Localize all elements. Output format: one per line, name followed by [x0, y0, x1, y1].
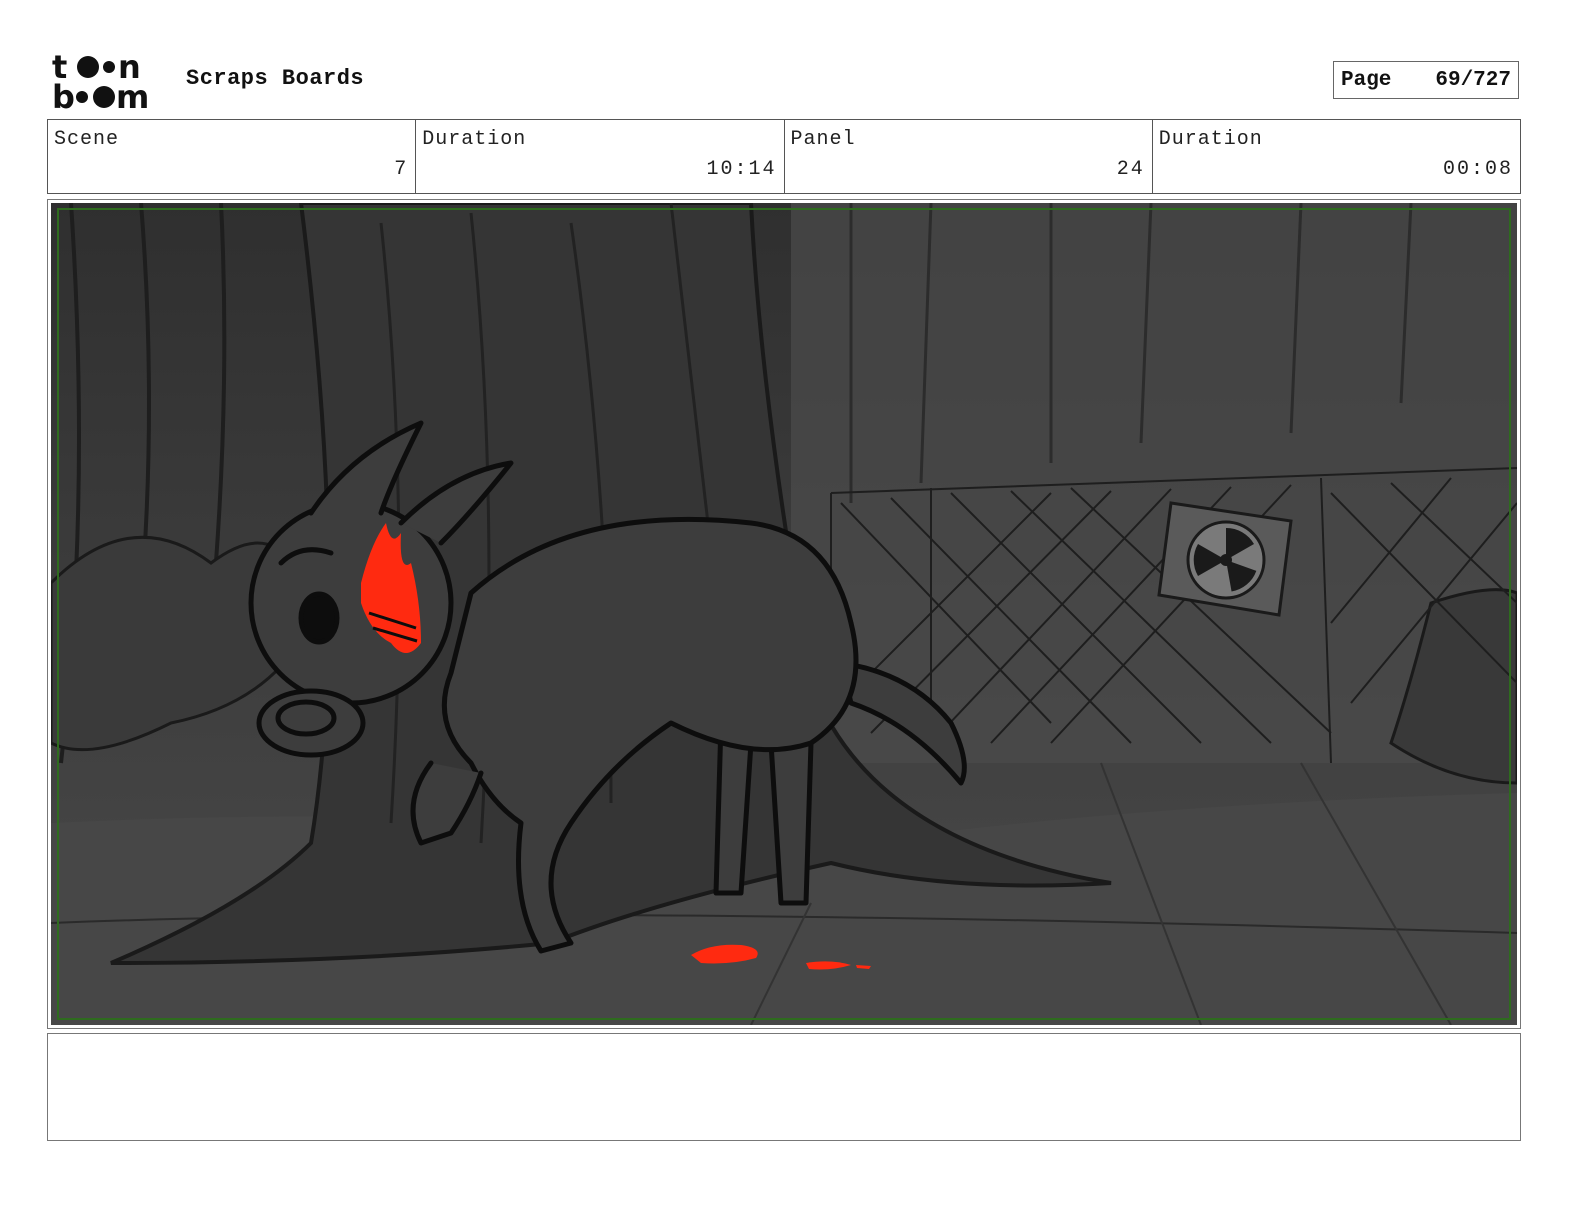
project-title: Scraps Boards [186, 66, 365, 91]
panel-value: 24 [1116, 158, 1145, 181]
panel-duration-cell: Duration 00:08 [1153, 120, 1520, 193]
panel-duration-label: Duration [1158, 128, 1263, 151]
radiation-sign [1157, 501, 1293, 617]
page-label: Page [1341, 68, 1392, 92]
panel-duration-value: 00:08 [1442, 158, 1513, 181]
svg-text:m: m [116, 78, 149, 112]
panel-label: Panel [790, 128, 856, 151]
scene-info-table: Scene 7 Duration 10:14 Panel 24 Duration… [47, 119, 1521, 194]
svg-text:b: b [52, 78, 75, 112]
page-number: 69/727 [1435, 68, 1511, 92]
scene-cell: Scene 7 [48, 120, 417, 193]
scene-duration-cell: Duration 10:14 [416, 120, 785, 193]
scene-label: Scene [54, 128, 120, 151]
panel-cell: Panel 24 [785, 120, 1153, 193]
page-indicator: Page 69/727 [1333, 61, 1519, 99]
toon-boom-logo: t n b m [52, 50, 149, 112]
scene-duration-value: 10:14 [706, 158, 777, 181]
scene-duration-label: Duration [422, 128, 527, 151]
scene-value: 7 [394, 158, 409, 181]
storyboard-panel-drawing [51, 203, 1517, 1025]
panel-notes [47, 1033, 1521, 1141]
